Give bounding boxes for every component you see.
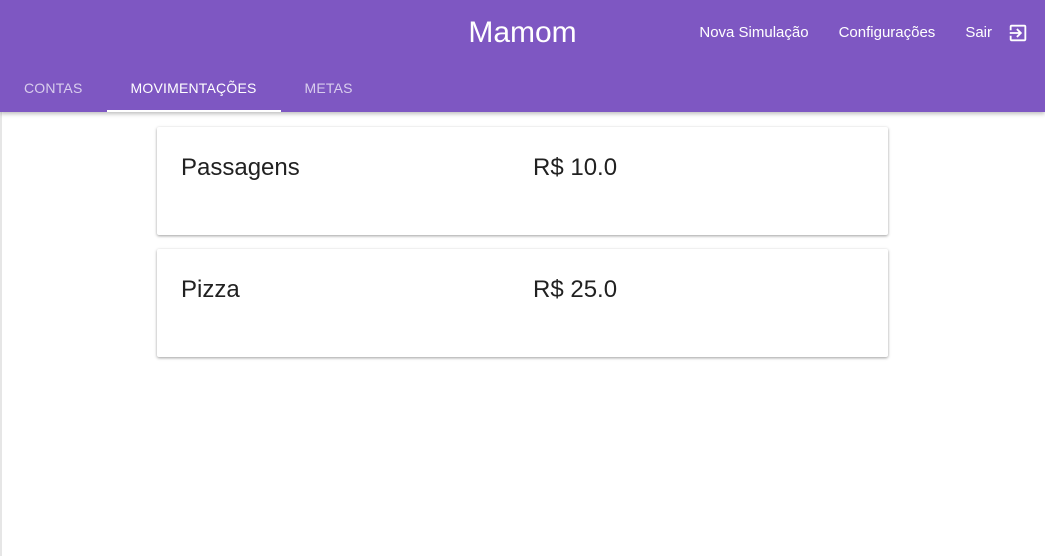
tab-metas[interactable]: METAS: [281, 64, 377, 112]
movement-value: R$ 10.0: [533, 154, 618, 181]
configuracoes-link[interactable]: Configurações: [839, 19, 936, 47]
top-nav: Nova Simulação Configurações Sair: [699, 19, 1029, 47]
movement-card[interactable]: Pizza R$ 25.0: [157, 249, 888, 357]
movement-name: Pizza: [181, 276, 240, 303]
movement-name: Passagens: [181, 154, 300, 181]
app-bar: Mamom Nova Simulação Configurações Sair …: [0, 0, 1045, 112]
page-edge-divider: [0, 112, 2, 556]
tab-bar: CONTAS MOVIMENTAÇÕES METAS: [0, 64, 377, 112]
tab-movimentacoes[interactable]: MOVIMENTAÇÕES: [106, 64, 281, 112]
movements-list: Passagens R$ 10.0 Pizza R$ 25.0: [157, 127, 888, 371]
exit-to-app-icon[interactable]: [1007, 22, 1029, 44]
tab-contas[interactable]: CONTAS: [0, 64, 107, 112]
movement-value: R$ 25.0: [533, 276, 618, 303]
sair-link[interactable]: Sair: [965, 19, 992, 47]
nova-simulacao-link[interactable]: Nova Simulação: [699, 19, 808, 47]
movement-card[interactable]: Passagens R$ 10.0: [157, 127, 888, 235]
